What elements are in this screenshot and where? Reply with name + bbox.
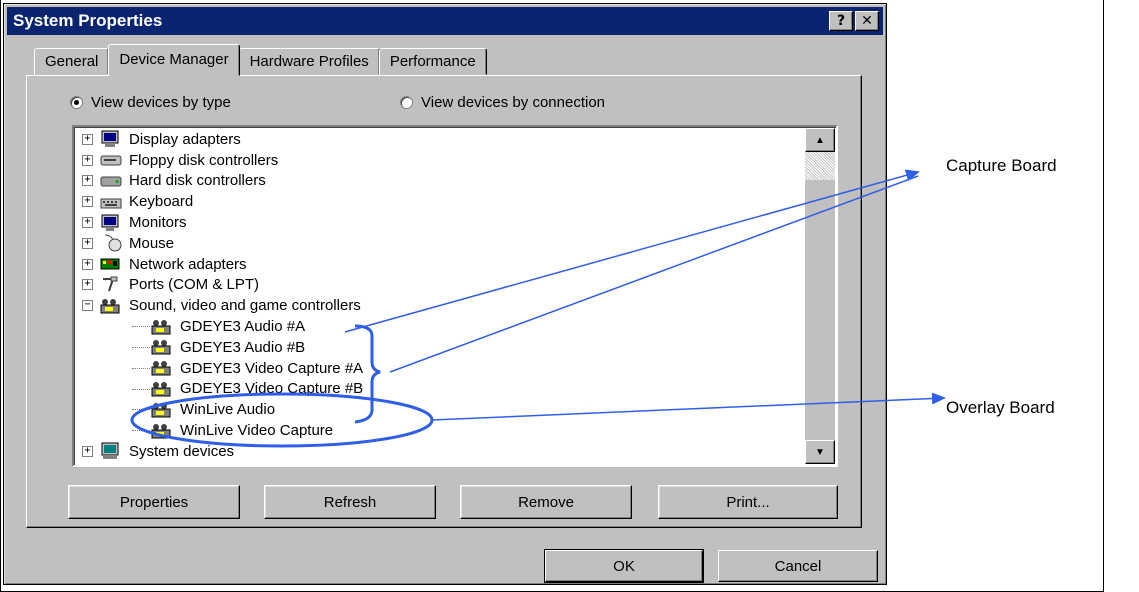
tree-item-label: GDEYE3 Video Capture #B	[180, 380, 364, 398]
tree-item-gdeye3-audio-a[interactable]: GDEYE3 Audio #A	[82, 316, 363, 337]
tree-item-label: Display adapters	[129, 130, 241, 148]
print-button[interactable]: Print...	[658, 485, 838, 519]
expand-icon[interactable]: +	[82, 154, 93, 166]
hard-disk-controller-icon	[100, 176, 122, 187]
tree-item-label: GDEYE3 Video Capture #A	[180, 359, 364, 377]
tree-connector	[132, 430, 150, 432]
view-by-type-label: View devices by type	[91, 94, 231, 111]
scroll-track[interactable]	[805, 152, 835, 180]
tree-connector	[132, 346, 150, 348]
cancel-button[interactable]: Cancel	[718, 550, 878, 582]
sound-video-icon	[100, 298, 120, 314]
tree-item-label: Monitors	[129, 214, 187, 232]
refresh-button[interactable]: Refresh	[264, 485, 436, 519]
tree-item-label: Sound, video and game controllers	[129, 297, 361, 315]
view-by-connection-radio[interactable]	[400, 96, 413, 109]
expand-icon[interactable]: +	[82, 217, 93, 229]
tree-item-network-adapters[interactable]: + Network adapters	[82, 254, 363, 275]
view-by-type-option[interactable]: View devices by type	[70, 94, 231, 111]
tab-hardware-profiles[interactable]: Hardware Profiles	[238, 48, 380, 75]
collapse-icon[interactable]: −	[82, 300, 93, 312]
vertical-scrollbar[interactable]: ▲ ▼	[805, 128, 835, 464]
tree-item-label: WinLive Video Capture	[180, 422, 334, 440]
sound-video-icon	[151, 361, 171, 376]
display-icon	[101, 130, 119, 148]
tree-item-ports[interactable]: + Ports (COM & LPT)	[82, 275, 363, 296]
tree-item-label: Network adapters	[129, 255, 247, 273]
tree-item-label: Ports (COM & LPT)	[129, 276, 260, 294]
tree-connector	[132, 367, 150, 369]
tree-item-label: GDEYE3 Audio #A	[180, 318, 306, 336]
expand-icon[interactable]: +	[82, 258, 93, 270]
properties-button[interactable]: Properties	[68, 485, 240, 519]
tree-item-gdeye3-video-b[interactable]: GDEYE3 Video Capture #B	[82, 379, 363, 400]
sound-video-icon	[151, 423, 171, 439]
help-button[interactable]: ?	[829, 11, 853, 31]
port-icon	[103, 276, 118, 292]
tab-device-manager[interactable]: Device Manager	[108, 44, 240, 76]
expand-icon[interactable]: +	[82, 279, 93, 291]
mouse-icon	[104, 234, 122, 252]
network-adapter-icon	[100, 258, 120, 270]
tree-item-winlive-video[interactable]: WinLive Video Capture	[82, 420, 363, 441]
tree-connector	[132, 409, 150, 411]
tree-item-winlive-audio[interactable]: WinLive Audio	[82, 399, 363, 420]
overlay-board-label: Overlay Board	[946, 398, 1055, 417]
tree-connector	[132, 326, 150, 328]
tab-general[interactable]: General	[34, 48, 110, 75]
expand-icon[interactable]: +	[82, 175, 93, 187]
tree-item-label: Floppy disk controllers	[129, 151, 279, 169]
tree-connector	[132, 388, 150, 390]
tree-item-display-adapters[interactable]: + Display adapters	[82, 129, 363, 150]
sound-video-icon	[151, 381, 171, 397]
remove-button[interactable]: Remove	[460, 485, 632, 519]
ok-button[interactable]: OK	[544, 549, 704, 583]
expand-icon[interactable]: +	[82, 445, 93, 457]
tree-item-label: Hard disk controllers	[129, 172, 266, 190]
sound-video-icon	[151, 319, 171, 335]
sound-video-icon	[151, 340, 171, 355]
scroll-up-arrow-icon[interactable]: ▲	[805, 128, 835, 152]
view-by-connection-option[interactable]: View devices by connection	[400, 94, 605, 111]
tree-item-floppy-controllers[interactable]: + Floppy disk controllers	[82, 150, 363, 171]
tree-item-gdeye3-audio-b[interactable]: GDEYE3 Audio #B	[82, 337, 363, 358]
window-title: System Properties	[13, 11, 163, 30]
device-tree: + Display adapters + Floppy disk control…	[82, 129, 363, 462]
system-devices-icon	[101, 442, 119, 460]
keyboard-icon	[100, 198, 122, 209]
tab-strip: General Device Manager Hardware Profiles…	[34, 44, 487, 76]
sound-video-icon	[151, 402, 171, 418]
title-buttons: ? ✕	[829, 11, 879, 31]
tab-performance[interactable]: Performance	[378, 48, 487, 75]
view-by-type-radio[interactable]	[70, 96, 83, 109]
expand-icon[interactable]: +	[82, 196, 93, 208]
tree-item-label: GDEYE3 Audio #B	[180, 338, 306, 356]
tree-item-sound-video-game[interactable]: − Sound, video and game controllers	[82, 295, 363, 316]
scroll-down-arrow-icon[interactable]: ▼	[805, 440, 835, 464]
tree-item-gdeye3-video-a[interactable]: GDEYE3 Video Capture #A	[82, 358, 363, 379]
tree-item-label: WinLive Audio	[180, 401, 276, 419]
tree-item-label: Keyboard	[129, 193, 194, 211]
tree-item-label: System devices	[129, 442, 235, 460]
tree-item-mouse[interactable]: + Mouse	[82, 233, 363, 254]
floppy-controller-icon	[100, 155, 122, 166]
expand-icon[interactable]: +	[82, 237, 93, 249]
expand-icon[interactable]: +	[82, 133, 93, 145]
tree-item-system-devices[interactable]: + System devices	[82, 441, 363, 462]
tree-item-hard-disk-controllers[interactable]: + Hard disk controllers	[82, 171, 363, 192]
tree-item-label: Mouse	[129, 234, 175, 252]
monitor-icon	[101, 214, 119, 231]
tree-item-monitors[interactable]: + Monitors	[82, 212, 363, 233]
tree-item-keyboard[interactable]: + Keyboard	[82, 191, 363, 212]
view-by-connection-label: View devices by connection	[421, 94, 605, 111]
close-button[interactable]: ✕	[855, 11, 879, 31]
title-bar[interactable]: System Properties ? ✕	[7, 7, 883, 35]
device-tree-list[interactable]: + Display adapters + Floppy disk control…	[72, 125, 838, 467]
capture-board-label: Capture Board	[946, 156, 1057, 175]
